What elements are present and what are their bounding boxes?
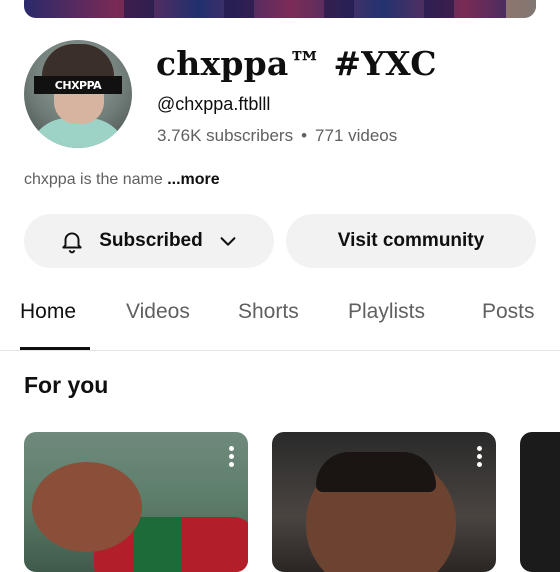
more-vertical-icon[interactable]: [228, 446, 234, 468]
channel-handle: @chxppa.ftblll: [157, 94, 271, 114]
channel-avatar[interactable]: CHXPPA: [24, 40, 132, 148]
visit-community-label: Visit community: [337, 230, 485, 251]
channel-banner: [24, 0, 536, 18]
bell-icon: [62, 232, 82, 254]
channel-tabs: Home Videos Shorts Playlists Posts: [0, 292, 560, 351]
more-link[interactable]: ...more: [167, 171, 219, 188]
active-tab-indicator: [20, 347, 90, 350]
tab-posts[interactable]: Posts: [482, 300, 535, 324]
channel-stats: 3.76K subscribers • 771 videos: [157, 126, 397, 146]
tab-home[interactable]: Home: [20, 300, 76, 324]
subscribed-button[interactable]: Subscribed: [24, 214, 274, 268]
subscriber-count: 3.76K subscribers: [157, 126, 294, 145]
description-text: chxppa is the name: [24, 171, 168, 188]
visit-community-button[interactable]: Visit community: [286, 214, 536, 268]
tab-playlists[interactable]: Playlists: [348, 300, 425, 324]
tab-videos[interactable]: Videos: [126, 300, 190, 324]
video-card[interactable]: [520, 432, 560, 572]
tab-shorts[interactable]: Shorts: [238, 300, 299, 324]
video-card[interactable]: [24, 432, 248, 572]
channel-name: chxppa™ #YXC: [156, 44, 437, 83]
chevron-down-icon: [220, 237, 236, 246]
subscribed-label: Subscribed: [99, 230, 203, 251]
section-title: For you: [24, 372, 109, 398]
more-vertical-icon[interactable]: [476, 446, 482, 468]
channel-description[interactable]: chxppa is the name ...more: [24, 171, 220, 189]
stats-separator: •: [301, 126, 308, 145]
video-count: 771 videos: [315, 126, 398, 145]
video-card[interactable]: [272, 432, 496, 572]
avatar-text: CHXPPA: [34, 76, 122, 94]
